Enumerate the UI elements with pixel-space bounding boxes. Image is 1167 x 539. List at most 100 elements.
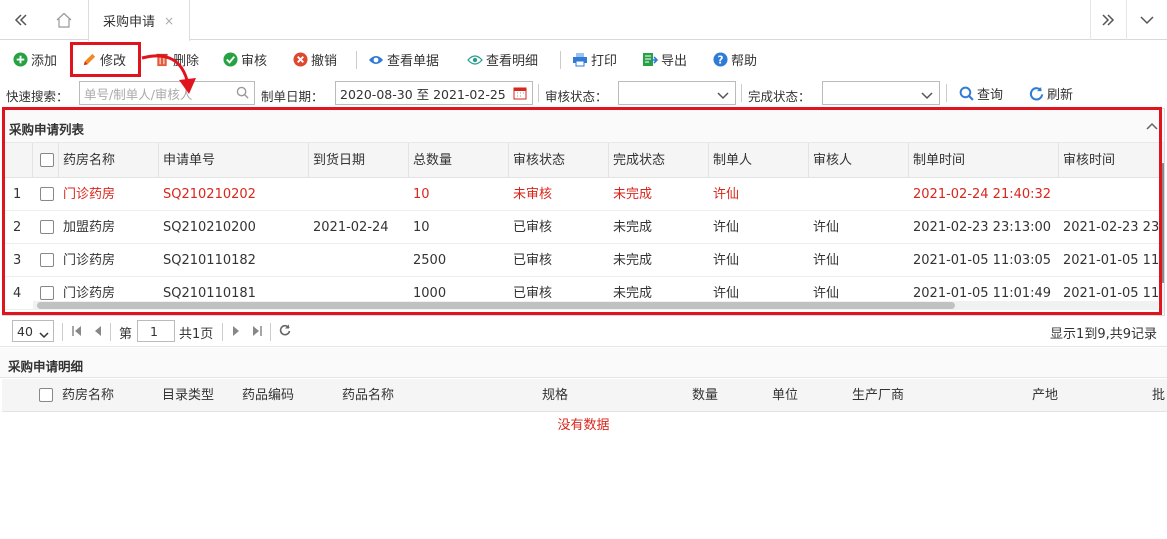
complete-status-cell: 未完成 [613,220,653,235]
page-number-input[interactable]: 1 [137,320,175,342]
help-button[interactable]: ? 帮助 [712,41,757,78]
quantity-cell: 10 [413,187,430,202]
search-icon[interactable] [236,86,249,102]
list-panel-header: 采购申请列表 [3,109,1164,143]
row-checkbox[interactable] [40,253,54,267]
add-label: 添加 [31,54,58,69]
next-page-icon[interactable] [232,325,240,340]
first-page-icon[interactable] [72,325,82,340]
column-header[interactable]: 完成状态 [613,143,665,177]
add-button[interactable]: 添加 [12,41,57,78]
view-detail-button[interactable]: 查看明细 [467,41,538,78]
table-row[interactable]: 2 加盟药房 SQ210210200 2021-02-24 10 已审核 未完成… [3,211,1160,244]
collapse-left-icon[interactable] [6,0,36,40]
detail-header-row: 药房名称 目录类型 药品编码 药品名称 规格 数量 单位 生产厂商 产地 批 [2,379,1167,412]
column-header[interactable]: 总数量 [413,143,452,177]
column-header[interactable]: 申请单号 [163,143,215,177]
complete-status-select[interactable] [822,81,940,105]
toolbar-divider [560,51,561,69]
tab-purchase-request[interactable]: 采购申请 × [88,0,190,41]
column-header[interactable]: 审核状态 [513,143,565,177]
maker-cell: 许仙 [713,253,740,268]
column-header[interactable]: 制单时间 [913,143,965,177]
column-divider [32,143,33,177]
printer-icon [572,52,588,68]
column-header[interactable]: 制单人 [713,143,752,177]
home-icon[interactable] [48,0,80,40]
toolbar-divider [356,51,357,69]
prev-page-icon[interactable] [94,325,102,340]
request-code-cell: SQ210210200 [163,220,256,235]
pharmacy-cell: 门诊药房 [63,187,116,202]
search-icon [958,86,974,102]
refresh-button[interactable]: 刷新 [1028,75,1073,112]
chevron-down-icon [921,88,933,103]
refresh-icon [1028,86,1044,102]
pager-divider [62,323,63,341]
select-all-checkbox[interactable] [39,388,53,402]
select-all-checkbox[interactable] [40,153,54,167]
tab-close-icon[interactable]: × [164,14,174,28]
vertical-scrollbar[interactable] [1160,143,1164,313]
column-divider [408,143,409,177]
svg-text:?: ? [717,54,723,66]
column-header[interactable]: 规格 [542,379,568,411]
column-header[interactable]: 药品名称 [342,379,394,411]
row-checkbox[interactable] [40,187,54,201]
column-divider [608,143,609,177]
column-header[interactable]: 目录类型 [162,379,214,411]
edit-button[interactable]: 修改 [81,41,126,78]
column-header[interactable]: 药品编码 [242,379,294,411]
column-header[interactable]: 产地 [1032,379,1058,411]
column-header[interactable]: 批 [1152,379,1165,411]
horizontal-scrollbar[interactable] [33,301,1158,310]
row-checkbox[interactable] [40,286,54,300]
print-label: 打印 [591,54,618,69]
request-code-cell: SQ210210202 [163,187,256,202]
column-header[interactable]: 单位 [772,379,798,411]
table-row[interactable]: 3 门诊药房 SQ210110182 2500 已审核 未完成 许仙 许仙 20… [3,244,1160,277]
reload-icon[interactable] [279,324,291,340]
column-header[interactable]: 到货日期 [313,143,365,177]
scroll-right-icon[interactable] [1090,0,1124,40]
calendar-icon[interactable] [513,86,527,103]
date-range-input[interactable]: 2020-08-30 至 2021-02-25 [335,81,533,105]
view-document-button[interactable]: 查看单据 [368,41,439,78]
column-header[interactable]: 生产厂商 [852,379,904,411]
column-header[interactable]: 药房名称 [62,379,114,411]
page-size-select[interactable]: 40 [12,320,54,342]
tab-label: 采购申请 [103,15,156,30]
query-button[interactable]: 查询 [958,75,1003,112]
table-row[interactable]: 1 门诊药房 SQ210210202 10 未审核 未完成 许仙 2021-02… [3,178,1160,211]
quantity-cell: 10 [413,220,430,235]
auditor-cell: 许仙 [813,220,840,235]
date-range-value: 2020-08-30 至 2021-02-25 [340,86,506,102]
row-checkbox[interactable] [40,220,54,234]
chevron-down-icon[interactable] [1126,0,1166,40]
column-divider [308,143,309,177]
empty-state-message: 没有数据 [557,418,610,433]
collapse-up-icon[interactable] [1146,118,1158,133]
page-size-value: 40 [17,323,33,339]
column-divider [808,143,809,177]
scrollbar-thumb[interactable] [37,302,955,309]
purchase-request-list-panel: 采购申请列表 药房名称 申请单号 到货日期 总数量 审核状态 完成状态 制单人 … [2,108,1165,316]
revoke-button[interactable]: 撤销 [292,41,337,78]
audit-button[interactable]: 审核 [222,41,267,78]
column-divider [1058,143,1059,177]
export-button[interactable]: 导出 [642,41,687,78]
row-number: 1 [13,187,22,202]
print-button[interactable]: 打印 [572,41,617,78]
detail-panel-header: 采购申请明细 [0,348,1167,378]
column-header[interactable]: 审核时间 [1063,143,1115,177]
scrollbar-thumb[interactable] [1160,163,1164,283]
audit-status-select[interactable] [618,81,736,105]
audit-time-cell: 2021-02-23 23:1 [1063,220,1160,235]
column-header[interactable]: 药房名称 [63,143,115,177]
column-header[interactable]: 数量 [692,379,718,411]
pager-divider [270,323,271,341]
tab-bar: 采购申请 × [0,0,1167,41]
last-page-icon[interactable] [252,325,262,340]
search-divider [741,84,742,102]
column-header[interactable]: 审核人 [813,143,852,177]
